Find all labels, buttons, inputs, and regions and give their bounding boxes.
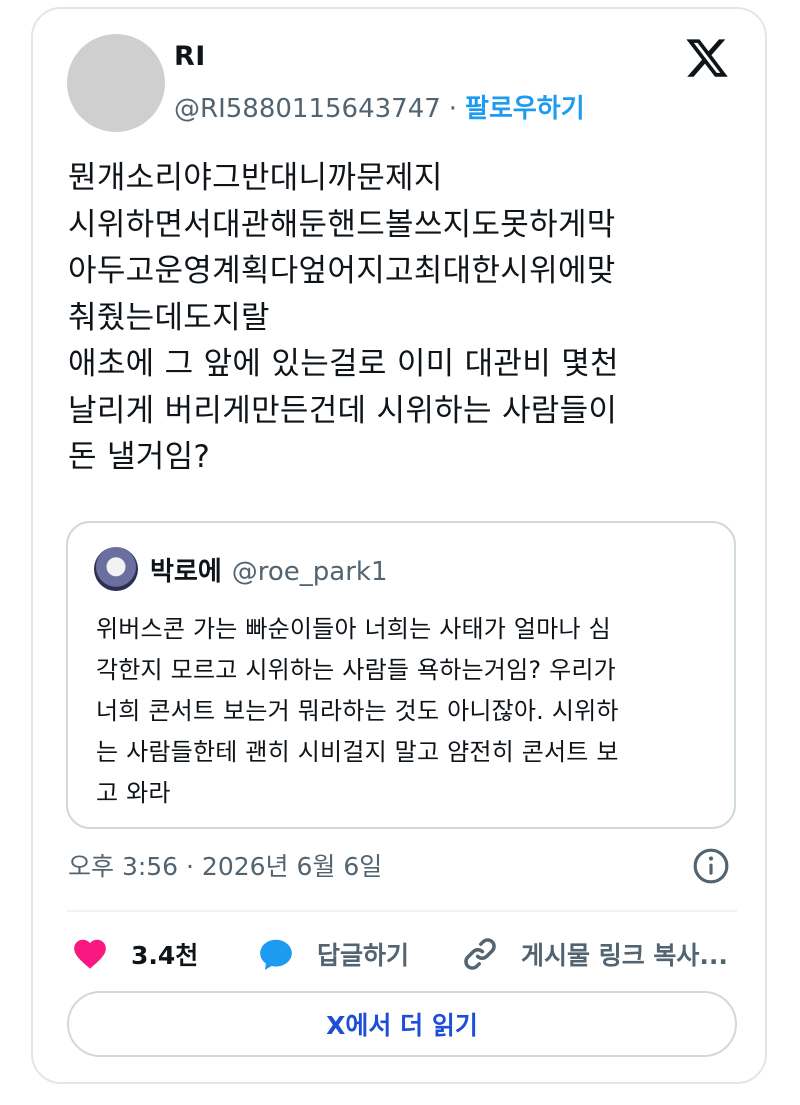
author-display-name[interactable]: RI: [174, 41, 206, 72]
tweet-text: 뭔개소리야그반대니까문제지 시위하면서대관해둔핸드볼쓰지도못하게막 아두고운영계…: [68, 160, 619, 475]
divider: [67, 910, 737, 912]
reply-bubble-icon: [260, 939, 292, 970]
like-button[interactable]: 3.4천: [71, 934, 198, 974]
handle-separator: ·: [448, 94, 458, 124]
quoted-avatar: [94, 547, 138, 591]
like-count: 3.4천: [131, 941, 199, 970]
copy-link-label: 게시물 링크 복사...: [521, 941, 728, 970]
heart-icon: [74, 939, 106, 969]
quoted-tweet-text: 위버스콘 가는 빠순이들아 너희는 사태가 얼마나 심 각한지 모르고 시위하는…: [96, 615, 619, 807]
x-logo-icon[interactable]: [684, 35, 730, 81]
follow-button[interactable]: 팔로우하기: [465, 94, 585, 124]
author-handle-row: @RI5880115643747 · 팔로우하기: [174, 88, 585, 125]
quoted-tweet[interactable]: 박로에 @roe_park1 위버스콘 가는 빠순이들아 너희는 사태가 얼마나 …: [66, 521, 736, 829]
quoted-author-row: 박로에 @roe_park1: [150, 551, 388, 588]
quoted-author-name: 박로에: [150, 557, 222, 587]
quoted-author-handle: @roe_park1: [231, 557, 388, 587]
info-icon[interactable]: [692, 847, 730, 885]
embedded-tweet-card: RI @RI5880115643747 · 팔로우하기 뭔개소리야그반대니까문제지 …: [31, 7, 767, 1084]
reply-button[interactable]: 답글하기: [257, 934, 409, 974]
read-more-on-x-button[interactable]: X에서 더 읽기: [67, 991, 737, 1057]
author-handle[interactable]: @RI5880115643747: [174, 94, 441, 124]
tweet-timestamp[interactable]: 오후 3:56 · 2026년 6월 6일: [68, 847, 382, 883]
avatar[interactable]: [67, 34, 165, 132]
link-icon: [464, 938, 496, 970]
copy-link-button[interactable]: 게시물 링크 복사...: [461, 934, 728, 974]
reply-label: 답글하기: [317, 941, 410, 970]
